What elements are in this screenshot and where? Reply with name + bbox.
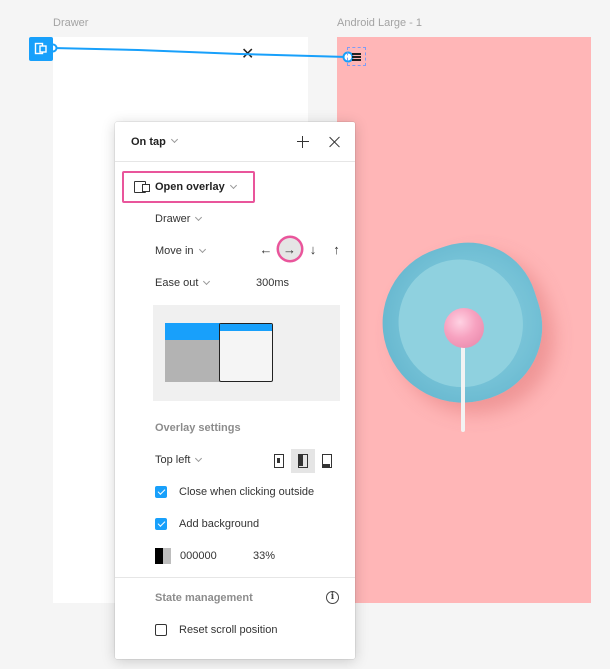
chevron-down-icon [203, 277, 211, 285]
position-bottom-button[interactable] [315, 449, 339, 473]
destination-dropdown[interactable]: Drawer [155, 213, 203, 225]
menu-icon [352, 52, 361, 61]
chevron-down-icon [229, 181, 237, 189]
preview-base-frame [165, 323, 220, 382]
divider [115, 577, 355, 578]
info-icon[interactable]: i [326, 591, 339, 604]
add-button[interactable] [294, 133, 312, 151]
background-opacity-input[interactable]: 33% [253, 550, 275, 562]
color-swatch[interactable] [155, 548, 171, 564]
add-background-checkbox-row[interactable]: Add background [155, 518, 259, 530]
interaction-panel: On tap Open overlay Drawer Move in ← → ↓ ↑ … [115, 122, 355, 659]
close-icon [329, 136, 341, 148]
position-center-button[interactable] [267, 449, 291, 473]
android-frame[interactable] [337, 37, 591, 603]
chevron-down-icon [195, 454, 203, 462]
chevron-down-icon [195, 213, 203, 221]
plus-icon [297, 136, 309, 148]
action-dropdown[interactable]: Open overlay [122, 171, 255, 203]
add-background-checkbox[interactable] [155, 518, 167, 530]
position-bottom-icon [322, 454, 332, 468]
easing-dropdown[interactable]: Ease out [155, 277, 211, 289]
direction-buttons: ← → ↓ ↑ [255, 238, 349, 260]
position-left-button[interactable] [291, 449, 315, 473]
reset-scroll-checkbox-row[interactable]: Reset scroll position [155, 624, 277, 636]
reset-scroll-checkbox[interactable] [155, 624, 167, 636]
overlay-settings-title: Overlay settings [155, 422, 241, 434]
animation-preview [153, 305, 340, 401]
close-outside-label: Close when clicking outside [179, 486, 315, 498]
arrow-down-icon[interactable]: ↓ [302, 238, 324, 260]
state-management-title: State management [155, 592, 253, 604]
duration-input[interactable]: 300ms [256, 277, 289, 289]
frame-label-drawer[interactable]: Drawer [53, 17, 88, 29]
chevron-down-icon [198, 245, 206, 253]
chevron-down-icon [170, 135, 178, 144]
panel-header: On tap [115, 122, 355, 162]
position-buttons [267, 449, 339, 473]
trigger-dropdown[interactable]: On tap [131, 135, 178, 148]
destination-label: Drawer [155, 213, 191, 225]
overlay-icon [134, 181, 150, 193]
close-icon[interactable]: ✕ [241, 47, 254, 63]
arrow-left-icon[interactable]: ← [255, 238, 277, 260]
frame-label-android[interactable]: Android Large - 1 [337, 17, 422, 29]
overlay-node-icon[interactable] [29, 37, 53, 61]
close-outside-checkbox-row[interactable]: Close when clicking outside [155, 486, 314, 498]
add-background-label: Add background [179, 518, 260, 530]
preview-overlay-frame [219, 323, 273, 382]
animation-dropdown[interactable]: Move in [155, 245, 206, 257]
animation-label: Move in [155, 245, 194, 257]
position-left-icon [298, 454, 308, 468]
trigger-label: On tap [131, 135, 166, 148]
action-label: Open overlay [155, 181, 225, 193]
lollipop-stick [461, 337, 465, 432]
lollipop-image [444, 308, 484, 348]
arrow-up-icon[interactable]: ↑ [326, 238, 348, 260]
position-center-icon [274, 454, 284, 468]
easing-label: Ease out [155, 277, 199, 289]
arrow-right-icon[interactable]: → [278, 238, 301, 260]
close-panel-button[interactable] [326, 133, 344, 151]
menu-hotspot[interactable] [347, 47, 366, 66]
position-label: Top left [155, 454, 191, 466]
background-color-input[interactable]: 000000 [180, 550, 217, 562]
position-dropdown[interactable]: Top left [155, 454, 203, 466]
background-color-row: 000000 [155, 548, 217, 564]
reset-scroll-label: Reset scroll position [179, 624, 278, 636]
close-outside-checkbox[interactable] [155, 486, 167, 498]
